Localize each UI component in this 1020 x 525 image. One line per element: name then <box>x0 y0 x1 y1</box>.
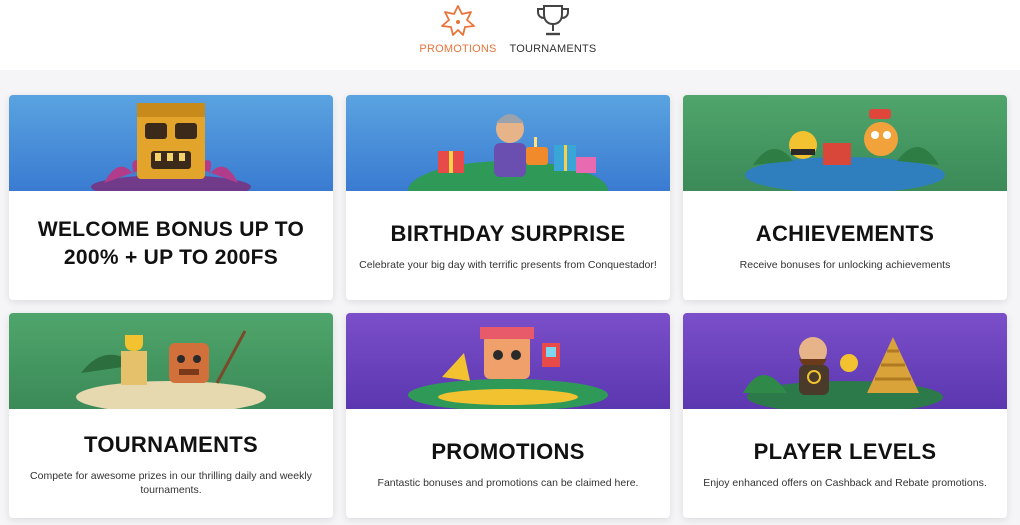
card-banner <box>9 313 333 409</box>
birthday-illustration <box>408 114 608 191</box>
card-description: Celebrate your big day with terrific pre… <box>359 258 657 271</box>
card-title: WELCOME BONUS UP TO 200% + UP TO 200FS <box>37 217 305 269</box>
trophy-icon <box>533 2 573 38</box>
tab-tournaments[interactable]: TOURNAMENTS <box>508 2 598 62</box>
achievements-illustration <box>745 109 945 191</box>
promo-card-welcome-bonus[interactable]: WELCOME BONUS UP TO 200% + UP TO 200FS <box>9 95 333 300</box>
card-title: PROMOTIONS <box>431 438 585 464</box>
totem-illustration <box>91 103 251 191</box>
promo-card-birthday-surprise[interactable]: BIRTHDAY SURPRISE Celebrate your big day… <box>346 95 670 300</box>
tab-promotions-label: PROMOTIONS <box>419 43 497 55</box>
card-banner <box>346 95 670 191</box>
card-description: Receive bonuses for unlocking achievemen… <box>739 258 951 271</box>
card-banner <box>9 95 333 191</box>
promo-card-achievements[interactable]: ACHIEVEMENTS Receive bonuses for unlocki… <box>683 95 1007 300</box>
card-banner <box>683 95 1007 191</box>
tournaments-illustration <box>76 330 266 409</box>
card-title: TOURNAMENTS <box>83 431 258 457</box>
tab-tournaments-label: TOURNAMENTS <box>509 43 597 55</box>
promotions-star-icon <box>438 2 478 38</box>
promo-card-player-levels[interactable]: PLAYER LEVELS Enjoy enhanced offers on C… <box>683 313 1007 518</box>
card-title: BIRTHDAY SURPRISE <box>390 220 626 246</box>
card-description: Compete for awesome prizes in our thrill… <box>30 469 312 496</box>
card-banner <box>346 313 670 409</box>
card-title: ACHIEVEMENTS <box>755 220 935 246</box>
player-levels-illustration <box>743 337 943 409</box>
card-banner <box>683 313 1007 409</box>
promo-card-tournaments[interactable]: TOURNAMENTS Compete for awesome prizes i… <box>9 313 333 518</box>
tab-promotions[interactable]: PROMOTIONS <box>418 2 498 62</box>
card-title: PLAYER LEVELS <box>753 438 937 464</box>
top-nav: PROMOTIONS TOURNAMENTS <box>0 0 1020 70</box>
promotions-illustration <box>408 327 608 409</box>
card-description: Fantastic bonuses and promotions can be … <box>377 476 639 489</box>
promo-card-promotions[interactable]: PROMOTIONS Fantastic bonuses and promoti… <box>346 313 670 518</box>
card-description: Enjoy enhanced offers on Cashback and Re… <box>703 476 987 489</box>
